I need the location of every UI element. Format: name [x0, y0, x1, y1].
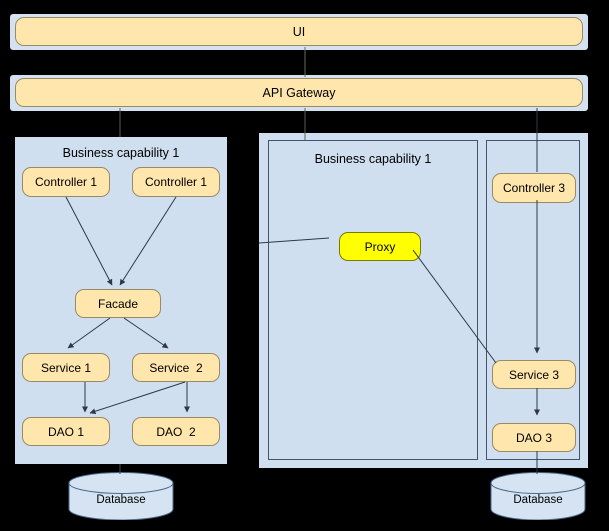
database-left[interactable]: Database — [68, 472, 174, 521]
node-dao-3-label: DAO 3 — [515, 430, 552, 445]
right-capability-panel-title: Business capability 1 — [314, 152, 432, 166]
node-dao-1-label: DAO 1 — [47, 424, 84, 439]
architecture-diagram: UI API Gateway Business capability 1 Con… — [0, 0, 609, 531]
node-proxy[interactable]: Proxy — [339, 232, 421, 261]
node-dao-1[interactable]: DAO 1 — [22, 417, 110, 446]
api-gateway-bar-label: API Gateway — [262, 85, 336, 100]
right-outer-container: Business capability 1 Proxy Controller 3… — [259, 133, 588, 468]
node-proxy-label: Proxy — [364, 239, 396, 254]
node-controller-3[interactable]: Controller 3 — [492, 173, 576, 203]
node-dao-2[interactable]: DAO 2 — [132, 417, 220, 446]
api-gateway-bar[interactable]: API Gateway — [15, 78, 583, 107]
node-service-1[interactable]: Service 1 — [22, 353, 110, 382]
left-capability-panel: Business capability 1 Controller 1 Contr… — [15, 137, 227, 464]
database-cylinder-icon — [490, 472, 586, 521]
node-service-3-label: Service 3 — [508, 367, 560, 382]
right-capability-panel: Business capability 1 Proxy — [268, 140, 478, 460]
database-right[interactable]: Database — [490, 472, 586, 521]
node-service-1-label: Service 1 — [40, 360, 92, 375]
node-facade-label: Facade — [97, 296, 139, 311]
node-facade[interactable]: Facade — [75, 289, 161, 318]
database-cylinder-icon — [68, 472, 174, 521]
node-controller-1b-label: Controller 1 — [144, 175, 208, 189]
node-dao-3[interactable]: DAO 3 — [492, 423, 576, 452]
right-service-panel: Controller 3 Service 3 DAO 3 — [486, 140, 580, 460]
node-dao-2-label: DAO 2 — [156, 424, 196, 439]
node-controller-1b[interactable]: Controller 1 — [132, 167, 220, 197]
node-controller-1a[interactable]: Controller 1 — [22, 167, 110, 197]
node-controller-3-label: Controller 3 — [502, 181, 566, 195]
ui-bar[interactable]: UI — [15, 17, 583, 46]
node-service-3[interactable]: Service 3 — [492, 360, 576, 389]
ui-bar-label: UI — [292, 24, 306, 39]
left-capability-panel-title: Business capability 1 — [62, 146, 180, 160]
node-service-2-label: Service 2 — [149, 360, 203, 375]
node-controller-1a-label: Controller 1 — [34, 175, 98, 189]
node-service-2[interactable]: Service 2 — [132, 353, 220, 382]
